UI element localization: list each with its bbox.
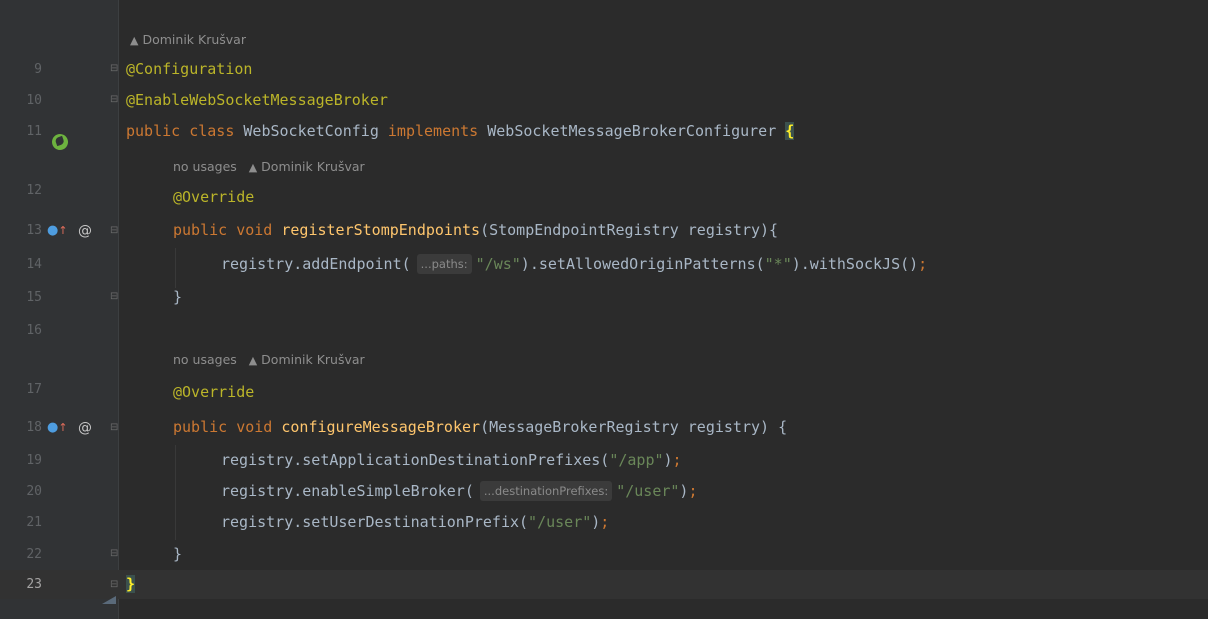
line-number: 9 — [34, 62, 42, 77]
line-number-current: 23 — [26, 577, 42, 592]
code-line-14[interactable]: registry.addEndpoint(...paths: "/ws").set… — [221, 250, 927, 279]
matched-brace: { — [785, 122, 795, 140]
line-number: 15 — [26, 290, 42, 305]
fold-marker-icon[interactable]: ⊟ — [110, 423, 119, 433]
person-icon: ▲ — [248, 354, 258, 367]
code-line-17[interactable]: @Override — [173, 378, 254, 407]
code-line-18[interactable]: public void configureMessageBroker(Messa… — [173, 413, 787, 442]
line-16: 16 — [0, 316, 1208, 345]
person-icon: ▲ — [130, 34, 139, 47]
line-number: 22 — [26, 547, 42, 562]
code-line-13[interactable]: public void registerStompEndpoints(Stomp… — [173, 216, 778, 245]
line-number: 17 — [26, 382, 42, 397]
line-number: 14 — [26, 257, 42, 272]
code-line-12[interactable]: @Override — [173, 183, 254, 212]
line-number: 19 — [26, 453, 42, 468]
line-number: 20 — [26, 484, 42, 499]
line-number: 11 — [26, 124, 42, 139]
fold-marker-icon[interactable]: ⊟ — [110, 549, 119, 559]
line-number: 12 — [26, 183, 42, 198]
fold-marker-icon[interactable]: ⊟ — [110, 226, 119, 236]
parameter-hint: ...paths: — [416, 254, 472, 274]
code-line-15[interactable]: } — [173, 283, 182, 312]
override-icon[interactable]: ●↑ — [47, 420, 77, 436]
line-number: 21 — [26, 515, 42, 530]
matched-brace-with-caret: } — [126, 575, 136, 593]
usages-author-hint[interactable]: no usages ▲ Dominik Krušvar — [173, 156, 365, 178]
code-line-21[interactable]: registry.setUserDestinationPrefix("/user… — [221, 508, 609, 537]
person-icon: ▲ — [248, 161, 258, 174]
code-line-10[interactable]: @EnableWebSocketMessageBroker — [126, 86, 388, 115]
line-number: 18 — [26, 420, 42, 435]
fold-marker-icon[interactable]: ⊟ — [110, 64, 119, 74]
code-line-19[interactable]: registry.setApplicationDestinationPrefix… — [221, 446, 682, 475]
indent-guide — [175, 445, 176, 540]
code-line-23[interactable]: } — [126, 570, 136, 599]
scroll-end-marker-icon — [102, 596, 116, 604]
line-23: 23 — [0, 570, 1208, 599]
indent-guide — [175, 248, 176, 288]
fold-marker-icon[interactable]: ⊟ — [110, 95, 119, 105]
code-line-11[interactable]: public class WebSocketConfig implements … — [126, 117, 795, 146]
fold-marker-icon[interactable]: ⊟ — [110, 580, 119, 590]
code-editor[interactable]: 9 10 11 12 13 14 15 16 17 18 19 20 21 22… — [0, 0, 1208, 619]
code-line-9[interactable]: @Configuration — [126, 55, 252, 84]
usages-author-hint[interactable]: no usages ▲ Dominik Krušvar — [173, 349, 365, 371]
at-sign-icon[interactable]: @ — [78, 420, 92, 436]
line-number: 13 — [26, 223, 42, 238]
line-number: 10 — [26, 93, 42, 108]
code-line-22[interactable]: } — [173, 540, 182, 569]
override-icon[interactable]: ●↑ — [47, 223, 77, 239]
parameter-hint: ...destinationPrefixes: — [479, 481, 613, 501]
at-sign-icon[interactable]: @ — [78, 223, 92, 239]
line-number: 16 — [26, 323, 42, 338]
author-hint[interactable]: ▲ Dominik Krušvar — [130, 29, 246, 51]
code-line-20[interactable]: registry.enableSimpleBroker(...destinati… — [221, 477, 697, 506]
fold-marker-icon[interactable]: ⊟ — [110, 292, 119, 302]
